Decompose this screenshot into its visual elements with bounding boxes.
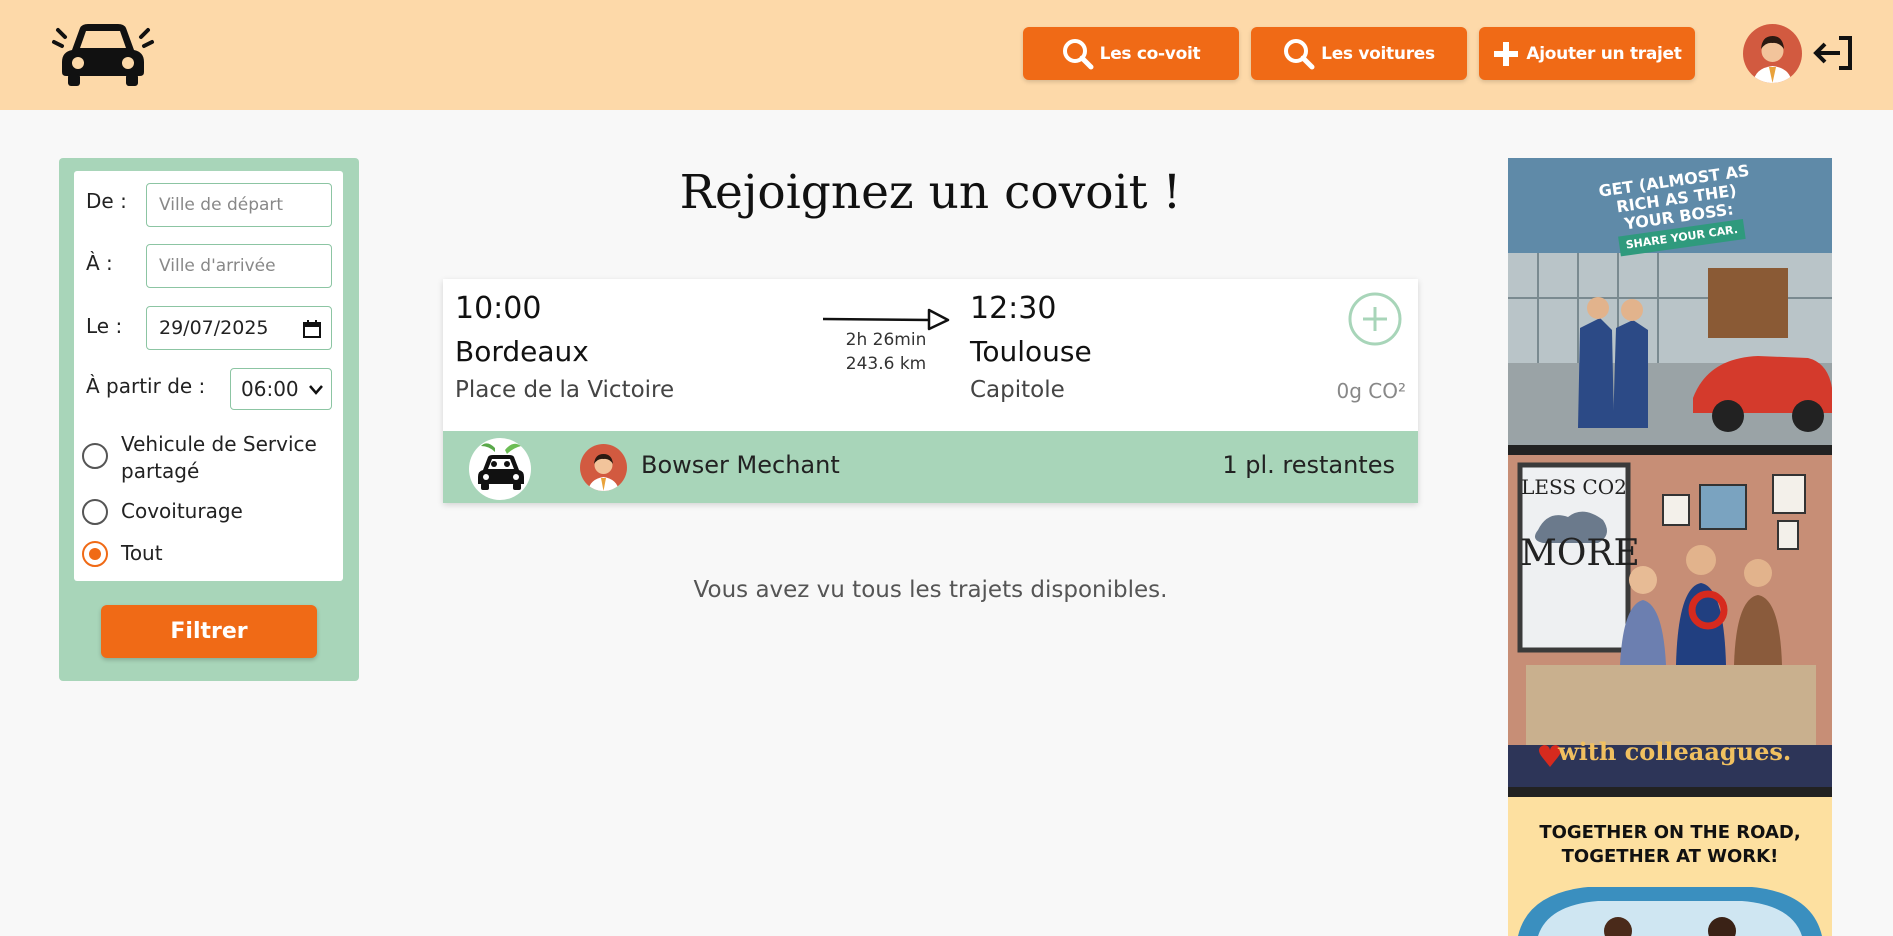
header: Les co-voit Les voitures Ajouter un traj… [0,0,1893,110]
eco-car-icon [469,438,531,500]
add-trip-button[interactable]: Ajouter un trajet [1479,27,1695,80]
depart-place: Place de la Victoire [455,377,675,403]
trip-distance: 243.6 km [845,354,927,374]
plus-icon [1494,41,1519,66]
depart-city: Bordeaux [455,335,589,368]
filter-button[interactable]: Filtrer [101,605,317,658]
trip-duration: 2h 26min [845,330,927,350]
radio-carpool-label: Covoiturage [121,499,243,523]
ad-together-headline: TOGETHER ON THE ROAD, TOGETHER AT WORK! [1539,822,1801,867]
car-logo-icon[interactable] [50,20,156,88]
driver-name: Bowser Mechant [641,451,840,479]
trip-card[interactable]: 10:00 Bordeaux Place de la Victoire 2h 2… [443,279,1418,503]
filter-form: De : Ville de départ À : Ville d'arrivée… [74,171,343,581]
arrival-place: Capitole [970,377,1065,403]
ad-banner-boss[interactable]: GET (ALMOST AS RICH AS THE) YOUR BOSS: S… [1508,158,1832,455]
ad-co2-tagline: with colleaagues. [1558,737,1792,766]
filter-panel: De : Ville de départ À : Ville d'arrivée… [59,158,359,681]
search-icon [1284,38,1315,69]
to-input[interactable]: Ville d'arrivée [146,244,332,288]
driver-avatar [580,444,627,491]
trip-footer: Bowser Mechant 1 pl. restantes [443,431,1418,503]
arrival-city: Toulouse [970,335,1092,368]
arrow-right-icon [822,308,950,331]
from-input[interactable]: Ville de départ [146,183,332,227]
ad-co2-headline: LESS CO2 MORE [1520,475,1640,574]
radio-all-label: Tout [121,541,163,565]
ad-banner-together[interactable]: TOGETHER ON THE ROAD, TOGETHER AT WORK! [1508,797,1832,936]
radio-all[interactable] [82,541,108,567]
radio-carpool[interactable] [82,499,108,525]
time-label: À partir de : [86,374,206,398]
nav-voitures-button[interactable]: Les voitures [1251,27,1467,80]
seats-remaining: 1 pl. restantes [1222,451,1395,479]
nav-voitures-label: Les voitures [1321,43,1435,64]
driver-avatar-icon [580,444,627,491]
page-title: Rejoignez un covoit ! [679,165,1182,220]
join-trip-plus-icon[interactable] [1348,292,1402,346]
user-avatar-icon [1743,24,1802,83]
time-select[interactable]: 06:00 [230,368,332,410]
nav-covoit-button[interactable]: Les co-voit [1023,27,1239,80]
chevron-down-icon [309,385,323,395]
user-avatar[interactable] [1743,24,1802,83]
co2-value: 0g CO² [1336,379,1406,403]
to-label: À : [86,251,113,275]
time-value: 06:00 [241,377,299,401]
ad-together-car-illustration [1518,887,1822,936]
radio-service-vehicle[interactable] [82,443,108,469]
calendar-icon[interactable] [303,320,321,338]
end-of-list-message: Vous avez vu tous les trajets disponible… [693,577,1168,603]
search-icon [1062,38,1094,69]
ad-banner-less-co2[interactable]: LESS CO2 MORE with colleaagues. [1508,455,1832,797]
from-label: De : [86,189,127,213]
date-input[interactable]: 29/07/2025 [146,306,332,350]
add-trip-label: Ajouter un trajet [1526,43,1682,64]
date-label: Le : [86,314,123,338]
nav-covoit-label: Les co-voit [1099,43,1201,64]
depart-time: 10:00 [455,291,542,326]
date-value: 29/07/2025 [159,317,269,339]
radio-service-vehicle-label: Vehicule de Service partagé [121,432,317,483]
logout-icon[interactable] [1813,35,1853,71]
arrival-time: 12:30 [970,291,1057,326]
